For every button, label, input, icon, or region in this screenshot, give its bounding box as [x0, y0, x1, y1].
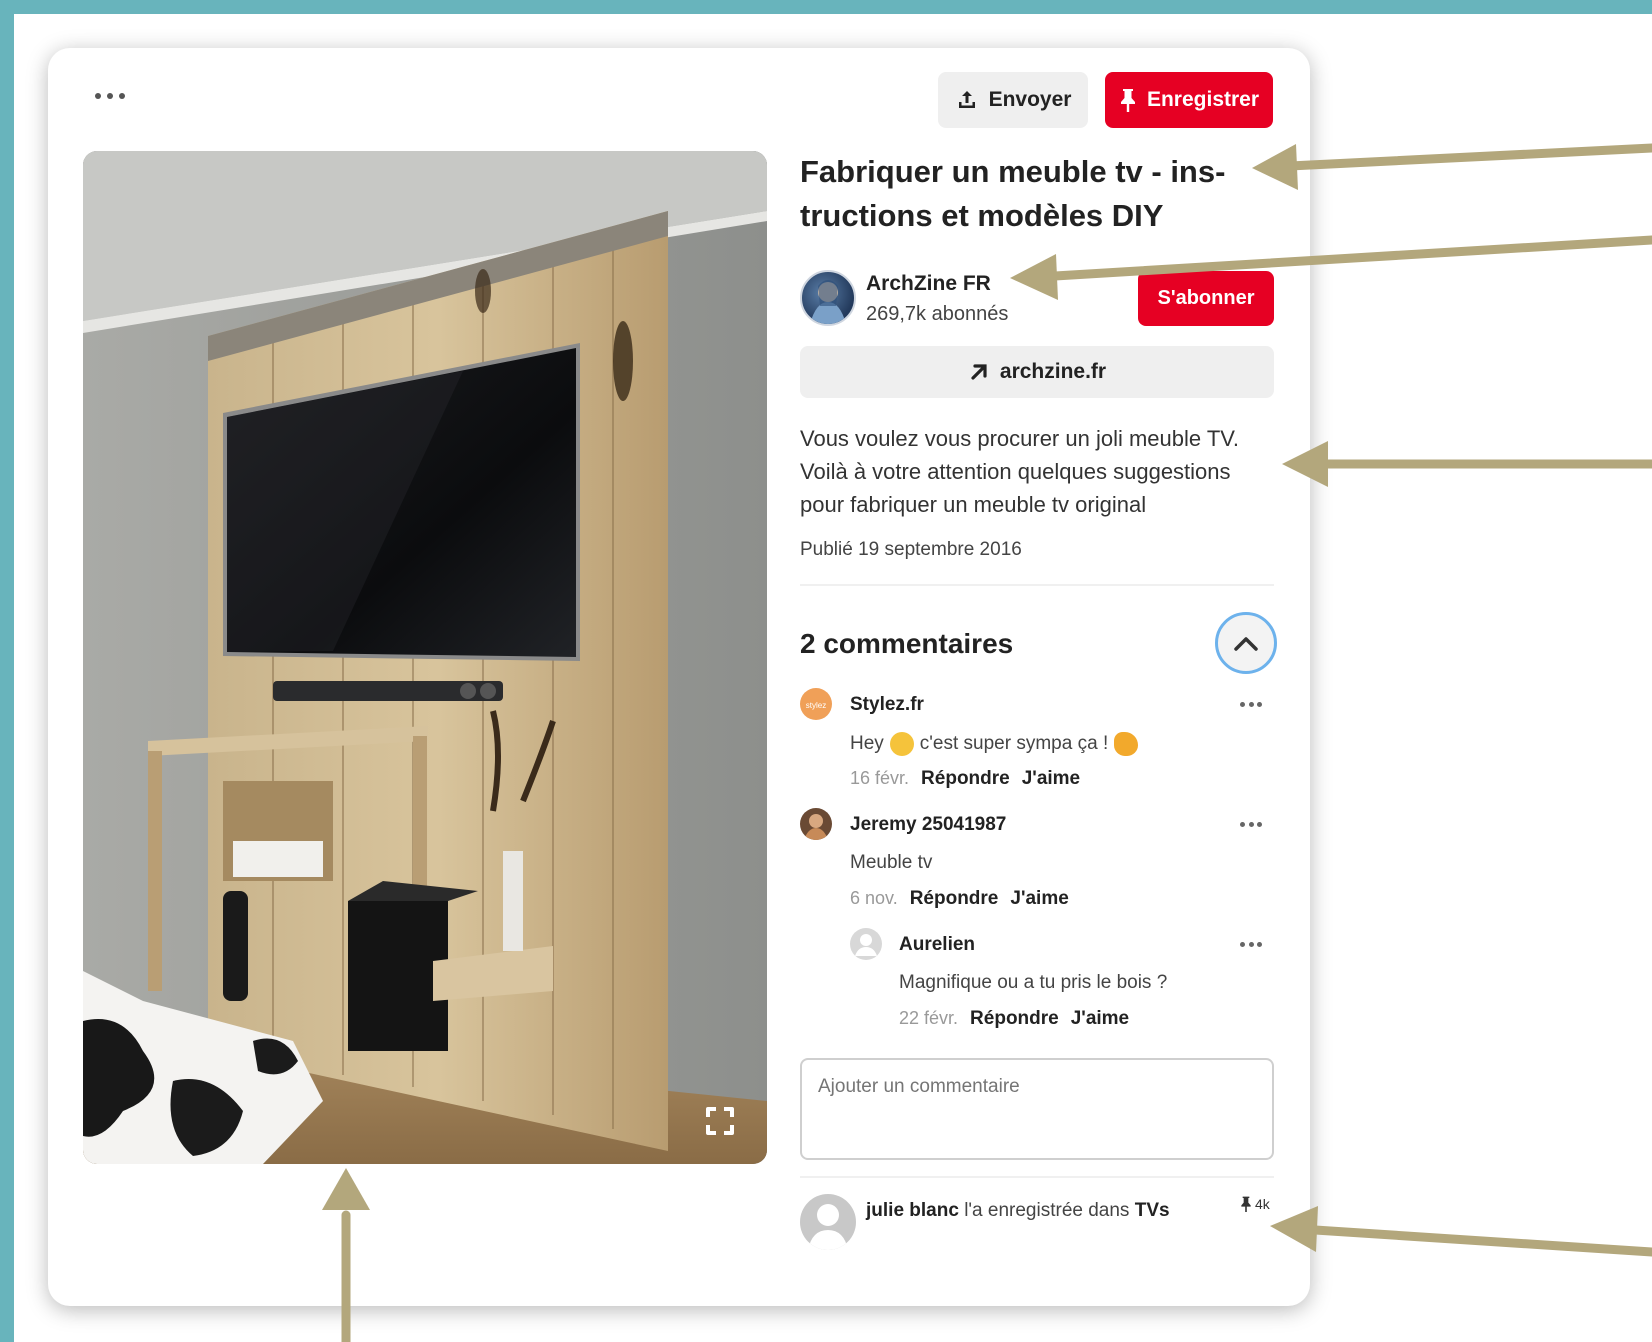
comment-more-icon[interactable] [1240, 702, 1262, 708]
comment-avatar[interactable] [800, 808, 832, 840]
svg-text:stylez: stylez [806, 701, 826, 710]
comment-more-icon[interactable] [1240, 822, 1262, 828]
save-button[interactable]: Enregistrer [1105, 72, 1273, 128]
comment-author[interactable]: Jeremy 25041987 [850, 814, 1006, 836]
comment-date: 6 nov. [850, 888, 898, 908]
comment-author[interactable]: Aurelien [899, 934, 975, 956]
divider [800, 1176, 1274, 1178]
pin-count: 4k [1240, 1195, 1270, 1213]
comment-date: 22 févr. [899, 1008, 959, 1028]
saved-by-phrase: l'a enregistrée dans [964, 1200, 1130, 1221]
comment-meta: 22 févr. Répondre J'aime [899, 1008, 1129, 1030]
reply-button[interactable]: Répondre [910, 888, 999, 910]
smile-emoji-icon [889, 732, 914, 756]
comment-text: Magnifique ou a tu pris le bois ? [899, 972, 1168, 993]
comment-meta: 16 févr. Répondre J'aime [850, 768, 1080, 790]
author-name[interactable]: ArchZine FR [866, 272, 991, 296]
comment-date: 16 févr. [850, 768, 910, 788]
source-link-label: archzine.fr [999, 360, 1107, 383]
pin-image[interactable] [83, 151, 767, 1164]
user-placeholder-icon[interactable] [850, 928, 882, 960]
follow-button[interactable]: S'abonner [1138, 271, 1274, 326]
like-button[interactable]: J'aime [1010, 888, 1068, 910]
comment-meta: 6 nov. Répondre J'aime [850, 888, 1069, 910]
comment-avatar[interactable]: stylez [800, 688, 832, 720]
pin-icon [1241, 1196, 1251, 1212]
author-avatar[interactable] [800, 270, 856, 326]
like-button[interactable]: J'aime [1022, 768, 1080, 790]
reply-button[interactable]: Répondre [970, 1008, 1059, 1030]
like-button[interactable]: J'aime [1071, 1008, 1129, 1030]
pin-title: Fabriquer un meuble tv - ins-tructions e… [800, 154, 1226, 233]
clap-emoji-icon [1114, 732, 1139, 756]
send-button[interactable]: Envoyer [938, 72, 1088, 128]
comments-heading: 2 commentaires [800, 628, 1014, 659]
divider [800, 584, 1274, 586]
saved-by-text: julie blanc l'a enregistrée dans TVs [866, 1200, 1170, 1222]
pin-icon [1120, 89, 1135, 112]
saver-name[interactable]: julie blanc [866, 1200, 959, 1221]
arrow-up-right-icon [971, 364, 987, 380]
published-date: Publié 19 septembre 2016 [800, 539, 1022, 560]
chevron-up-icon [1234, 637, 1258, 651]
more-options-icon[interactable] [95, 88, 125, 104]
collapse-comments-button[interactable] [1215, 612, 1277, 674]
comment-text: Meuble tv [850, 852, 933, 873]
send-label: Envoyer [988, 88, 1072, 111]
author-followers: 269,7k abonnés [866, 303, 1009, 325]
expand-icon[interactable] [705, 1106, 735, 1136]
comment-author[interactable]: Stylez.fr [850, 694, 924, 716]
comment-more-icon[interactable] [1240, 942, 1262, 948]
comment-input[interactable] [800, 1058, 1274, 1160]
pin-description: Vous voulez vous procurer un joli meuble… [800, 426, 1240, 517]
share-icon [958, 91, 975, 108]
board-name[interactable]: TVs [1135, 1200, 1170, 1221]
reply-button[interactable]: Répondre [921, 768, 1010, 790]
saver-avatar[interactable] [800, 1194, 856, 1250]
save-label: Enregistrer [1146, 88, 1260, 111]
source-link-button[interactable]: archzine.fr [800, 346, 1274, 398]
pin-count-value: 4k [1255, 1196, 1270, 1212]
comment-text: Hey c'est super sympa ça ! [850, 732, 1144, 756]
